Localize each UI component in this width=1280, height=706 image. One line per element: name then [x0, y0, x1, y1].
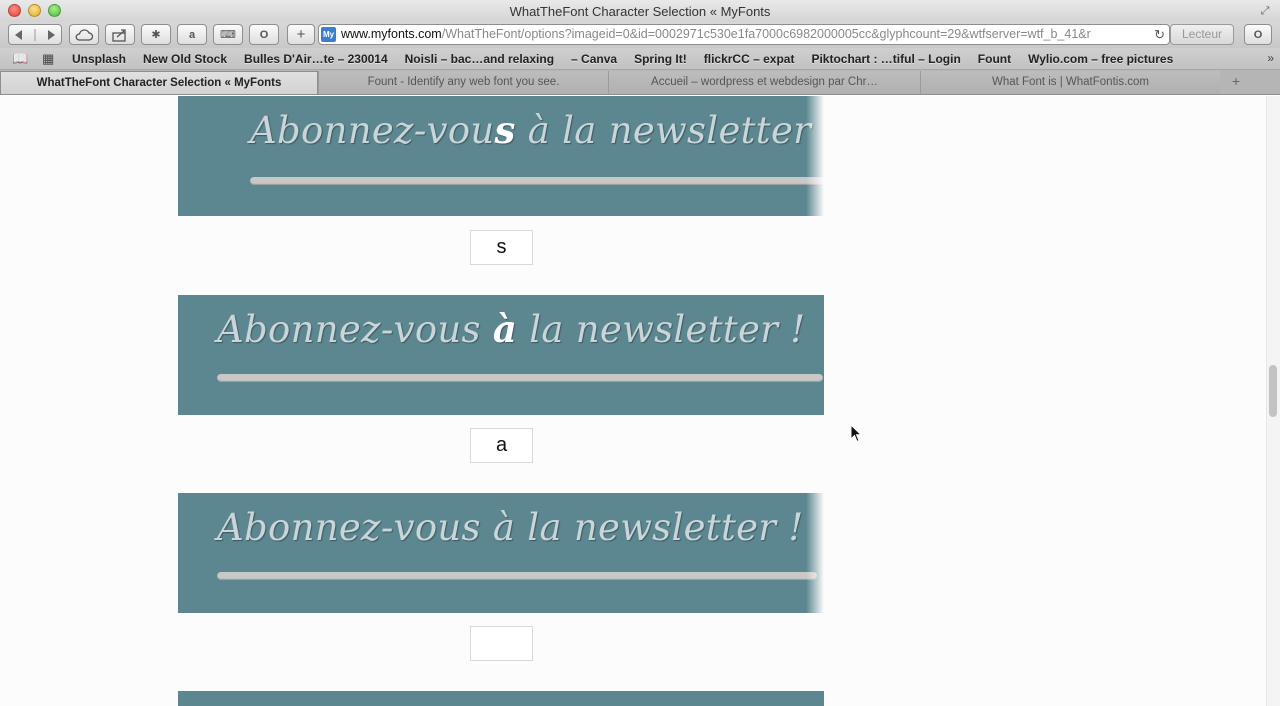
glyph-char-input[interactable] [470, 626, 533, 661]
bookmark-item[interactable]: Spring It! [634, 52, 687, 66]
bookmark-item[interactable]: – Canva [571, 52, 617, 66]
circle-o-icon: O [259, 28, 269, 41]
image-edge-fade [806, 96, 824, 216]
puzzle-icon: ✱ [151, 29, 161, 41]
download-circle-icon: O [1253, 28, 1263, 41]
headline-text: à la newsletter ! [515, 109, 824, 152]
glyph-headline: Abonnez-vous à la newsletter ! [217, 307, 805, 351]
plus-icon: + [296, 26, 306, 43]
headline-text: Abonnez-vou [250, 109, 495, 152]
glyph-image: Abonnez-vous à la newsletter ! [178, 493, 824, 613]
myfonts-favicon-icon: My [321, 27, 336, 42]
more-bookmarks-chevron-icon[interactable]: » [1267, 51, 1274, 65]
bookmark-item[interactable]: Piktochart : …tiful – Login [811, 52, 960, 66]
glyph-image: Abonnez-vous à la newsletter ! [178, 96, 824, 216]
bookmark-list: Unsplash New Old Stock Bulles D'Air…te – 2… [72, 52, 1190, 66]
address-host: www.myfonts.com [341, 27, 442, 41]
headline-text: Abonnez-vous [217, 308, 493, 351]
bookmarks-bar: 📖 ▦ Unsplash New Old Stock Bulles D'Air…te… [0, 48, 1280, 70]
keyboard-icon: ⌨ [220, 29, 236, 41]
bookmark-item[interactable]: Fount [978, 52, 1011, 66]
bookmark-item[interactable]: Unsplash [72, 52, 126, 66]
scrollbar-thumb[interactable] [1269, 365, 1277, 417]
back-arrow-icon[interactable] [13, 28, 57, 41]
glyph-char-input[interactable]: a [470, 428, 533, 463]
share-icon [112, 28, 126, 42]
new-tab-button[interactable]: + [287, 24, 315, 45]
bookmark-item[interactable]: flickrCC – expat [704, 52, 795, 66]
reload-icon[interactable]: ↻ [1154, 25, 1165, 44]
bookmark-item[interactable]: New Old Stock [143, 52, 227, 66]
address-bar[interactable]: My www.myfonts.com/WhatTheFont/options?i… [318, 24, 1170, 45]
amazon-button[interactable]: a [177, 24, 207, 45]
bookmark-item[interactable]: Noisli – bac…and relaxing [405, 52, 554, 66]
page-content: Abonnez-vous à la newsletter ! s Abonnez… [0, 96, 1280, 706]
glyph-char-input[interactable]: s [470, 230, 533, 265]
headline-text: la newsletter ! [517, 308, 806, 351]
cloud-icon [75, 28, 93, 41]
icloud-tabs-button[interactable] [69, 24, 99, 45]
decorative-bar [217, 572, 817, 580]
back-forward-buttons[interactable] [8, 24, 62, 45]
address-path: /WhatTheFont/options?imageid=0&id=000297… [441, 27, 1091, 41]
opera-button[interactable]: O [249, 24, 279, 45]
address-url[interactable]: www.myfonts.com/WhatTheFont/options?imag… [341, 25, 1145, 44]
image-edge-fade [806, 493, 824, 613]
bookmark-item[interactable]: Bulles D'Air…te – 230014 [244, 52, 388, 66]
tab-fount[interactable]: Fount - Identify any web font you see. [318, 71, 608, 94]
glyph-headline: Abonnez-vous à la newsletter ! [217, 505, 804, 549]
highlighted-glyph: s [494, 108, 516, 152]
toolbar: ✱ a ⌨ O + My www.myfonts.com/WhatTheFont… [0, 22, 1280, 48]
mouse-cursor-icon [850, 424, 863, 443]
amazon-icon: a [188, 28, 196, 41]
decorative-bar [250, 177, 824, 185]
fullscreen-icon[interactable]: ⤢ [1258, 4, 1272, 18]
reading-list-icon[interactable]: 📖 [12, 51, 28, 67]
glyph-headline: Abonnez-vous à la newsletter ! [250, 108, 824, 152]
bookmark-item[interactable]: Wylio.com – free pictures [1028, 52, 1173, 66]
highlighted-glyph: à [492, 307, 518, 351]
reader-button[interactable]: Lecteur [1170, 24, 1234, 45]
headline-text: Abonnez-vous à la newsletter ! [217, 506, 804, 549]
top-sites-grid-icon[interactable]: ▦ [42, 51, 54, 67]
tab-bar: WhatTheFont Character Selection « MyFont… [0, 70, 1280, 95]
glyph-image [178, 691, 824, 706]
tab-whatfontis[interactable]: What Font is | WhatFontis.com [920, 71, 1220, 94]
tab-whatthefont[interactable]: WhatTheFont Character Selection « MyFont… [0, 71, 318, 94]
glyph-image: Abonnez-vous à la newsletter ! [178, 295, 824, 415]
share-button[interactable] [105, 24, 135, 45]
extension-button[interactable]: ✱ [141, 24, 171, 45]
tab-accueil[interactable]: Accueil – wordpress et webdesign par Chr… [608, 71, 920, 94]
downloads-button[interactable]: O [1244, 24, 1272, 45]
add-tab-plus-icon[interactable]: + [1232, 73, 1240, 89]
title-bar: WhatTheFont Character Selection « MyFont… [0, 0, 1280, 22]
window-title: WhatTheFont Character Selection « MyFont… [509, 4, 771, 19]
keyboard-button[interactable]: ⌨ [213, 24, 243, 45]
decorative-bar [217, 374, 823, 382]
